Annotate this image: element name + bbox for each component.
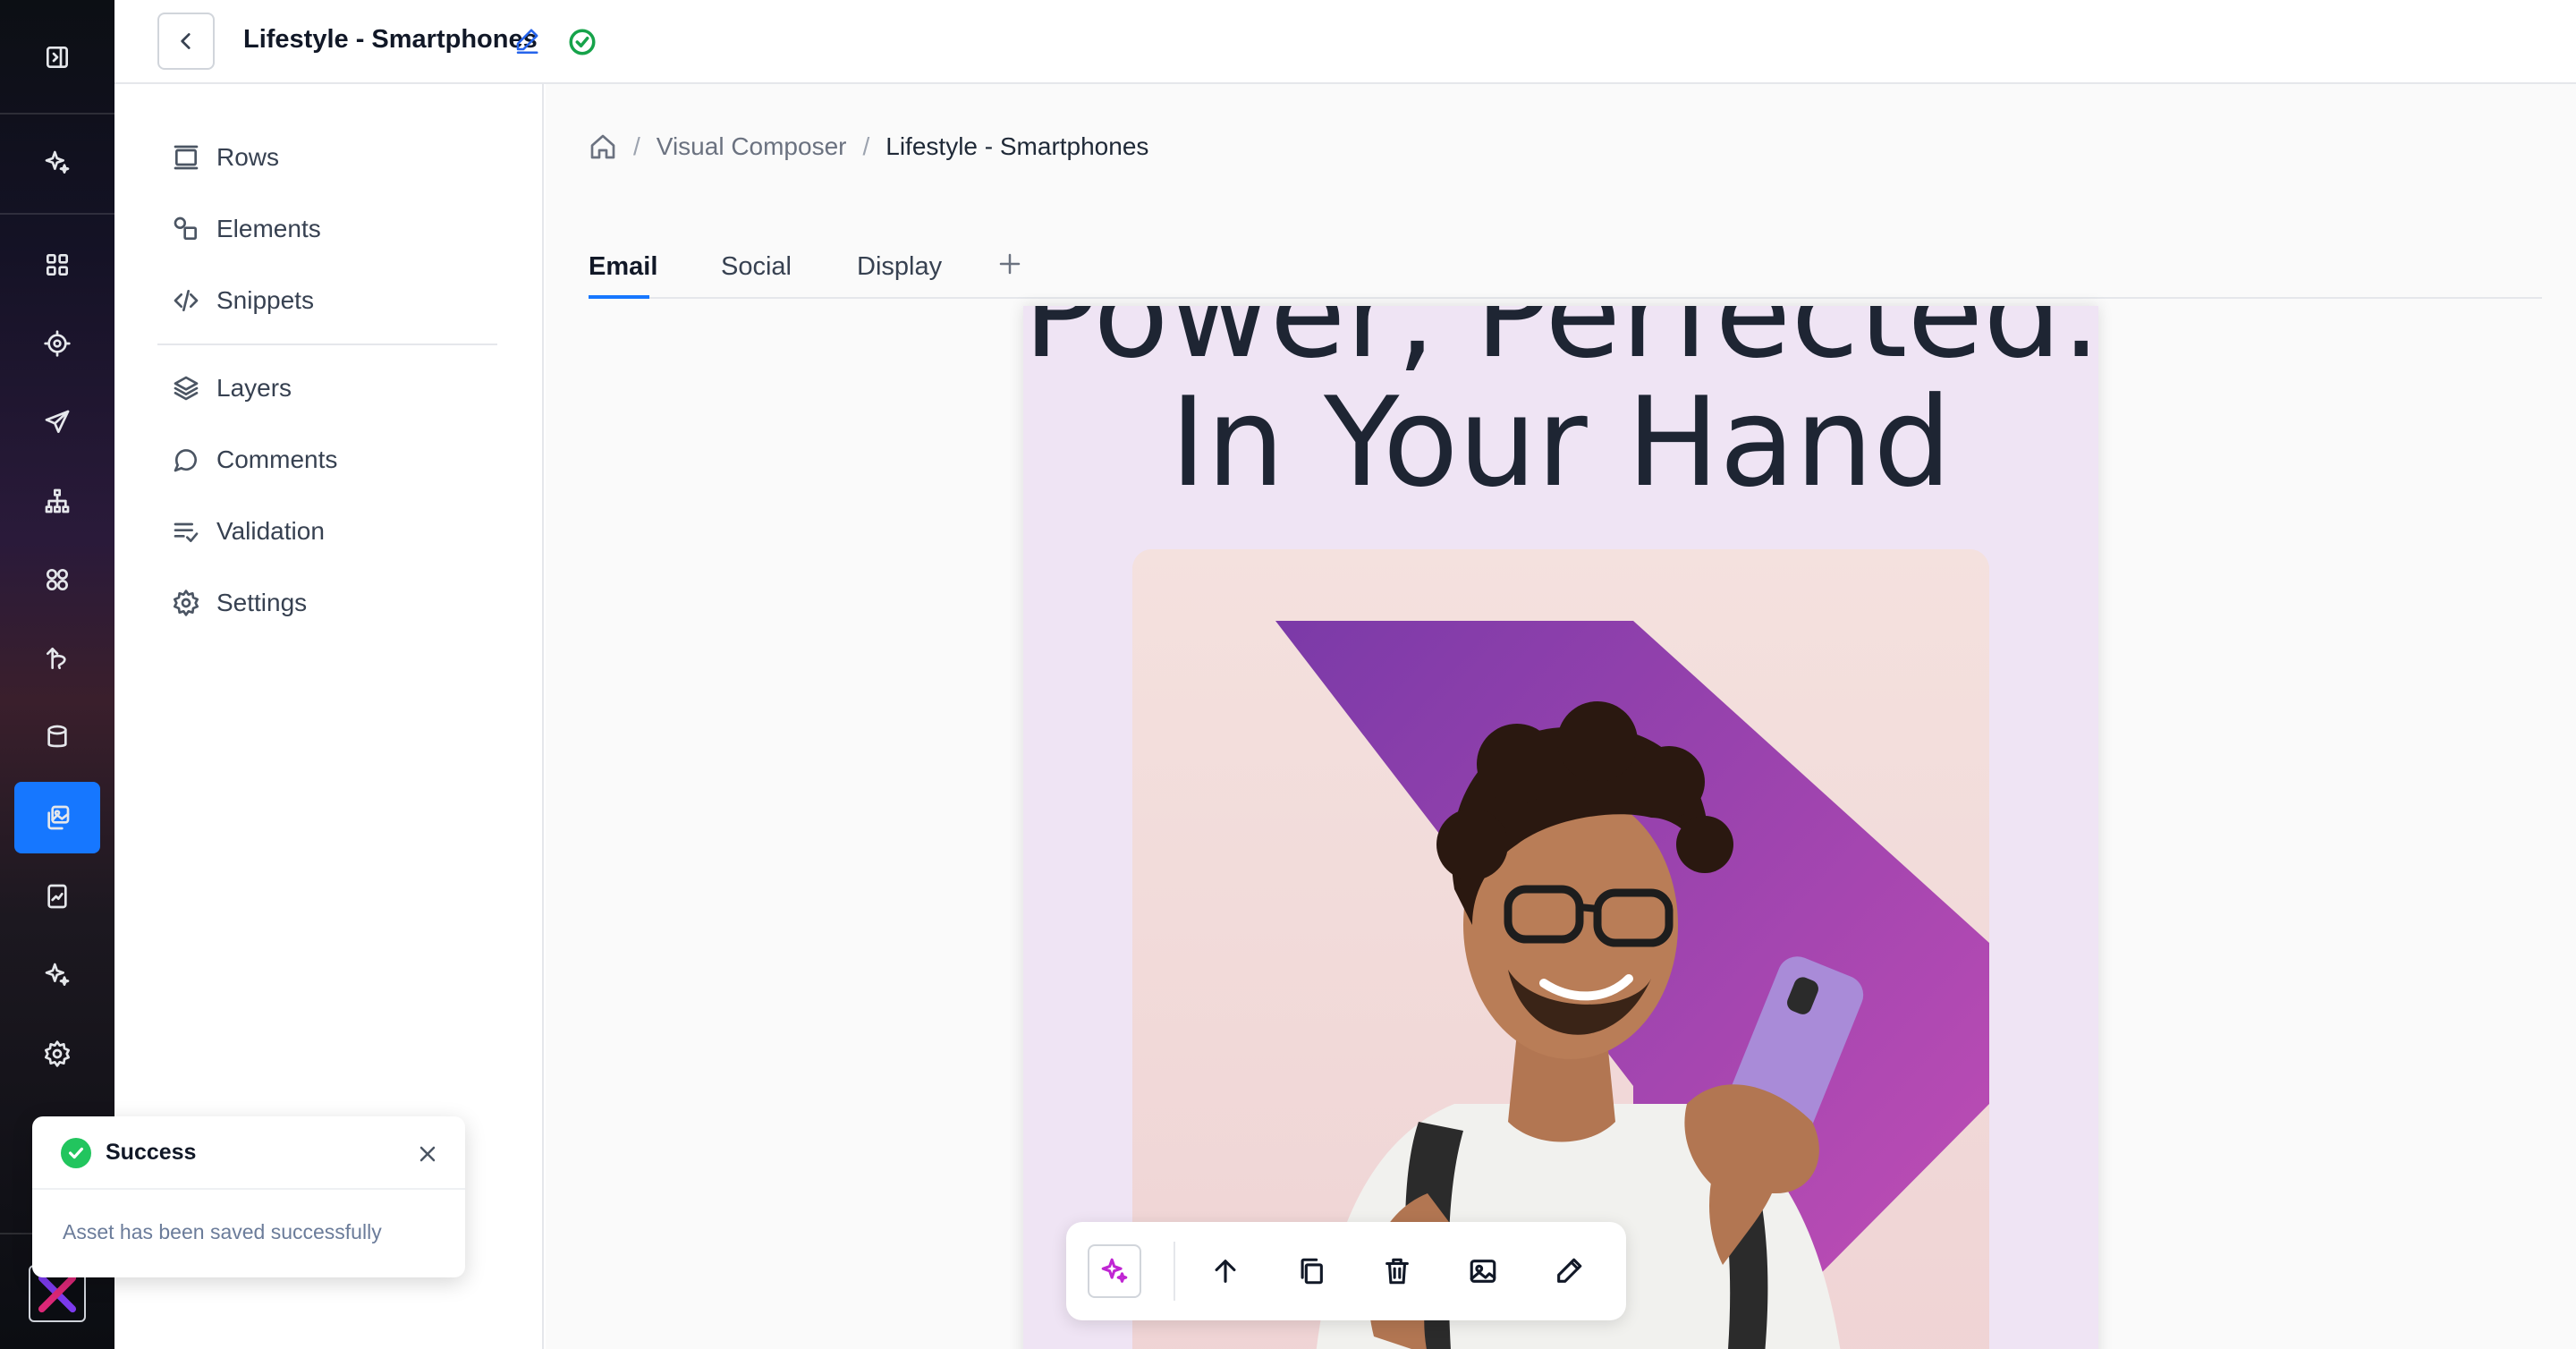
- tab-social[interactable]: Social: [721, 242, 792, 299]
- panel-collapse-icon: [47, 47, 68, 68]
- brand-x-icon: [38, 1274, 77, 1313]
- route-icon: [47, 648, 66, 669]
- element-toolbar: [1066, 1222, 1626, 1320]
- rail-item-targeting[interactable]: [14, 308, 100, 379]
- plus-icon: [999, 253, 1021, 275]
- rail-item-hierarchy[interactable]: [14, 465, 100, 537]
- back-button[interactable]: [157, 13, 215, 70]
- rail-item-assets[interactable]: [14, 782, 100, 853]
- edit-title-button[interactable]: [513, 27, 540, 54]
- rows-icon: [174, 145, 199, 170]
- duplicate-button[interactable]: [1284, 1244, 1338, 1298]
- breadcrumb-current: Lifestyle - Smartphones: [886, 132, 1149, 160]
- org-chart-icon: [45, 488, 70, 513]
- comment-icon: [174, 449, 197, 472]
- add-tab-button[interactable]: [996, 250, 1029, 283]
- sidebar-item-snippets[interactable]: Snippets: [172, 281, 314, 320]
- arrow-up-icon: [1215, 1260, 1236, 1283]
- check-circle-icon: [569, 29, 596, 55]
- check-circle-icon: [61, 1138, 91, 1168]
- headline-line-1[interactable]: Power, Perfected.: [1023, 306, 2098, 376]
- list-check-icon: [174, 522, 199, 542]
- code-icon: [174, 290, 199, 311]
- send-icon: [45, 410, 70, 433]
- trash-icon: [1385, 1258, 1409, 1285]
- sidebar-item-label: Snippets: [216, 286, 314, 314]
- duplicate-icon: [1301, 1258, 1323, 1285]
- saved-status-indicator: [567, 27, 597, 57]
- sidebar-item-label: Validation: [216, 517, 325, 545]
- pencil-icon: [1557, 1258, 1582, 1283]
- ai-assistant-button[interactable]: [14, 127, 100, 199]
- rail-item-campaigns[interactable]: [14, 386, 100, 458]
- sidebar-item-elements[interactable]: Elements: [172, 209, 321, 249]
- gear-icon: [45, 1040, 70, 1067]
- rail-item-components[interactable]: [14, 544, 100, 615]
- database-icon: [47, 725, 67, 748]
- rail-item-ai-tools[interactable]: [14, 939, 100, 1011]
- breadcrumb-separator: /: [633, 132, 640, 160]
- pencil-icon: [516, 29, 538, 54]
- copy-image-icon: [47, 805, 70, 830]
- edit-element-button[interactable]: [1542, 1244, 1596, 1298]
- close-icon: [419, 1146, 436, 1162]
- sidebar-item-rows[interactable]: Rows: [172, 138, 279, 177]
- collapse-sidebar-button[interactable]: [14, 21, 100, 93]
- sidebar-item-label: Comments: [216, 445, 338, 473]
- sidebar-item-label: Rows: [216, 143, 280, 171]
- toolbar-divider: [1174, 1242, 1175, 1301]
- sidebar-item-label: Settings: [216, 589, 308, 616]
- document-title: Lifestyle - Smartphones: [243, 25, 538, 54]
- rail-divider: [0, 213, 114, 215]
- toast-header: Success: [32, 1116, 465, 1190]
- rail-item-dashboard[interactable]: [14, 229, 100, 301]
- grid-icon: [46, 254, 68, 276]
- toast-title: Success: [106, 1140, 197, 1165]
- sidebar-item-comments[interactable]: Comments: [172, 440, 337, 479]
- sparkle-icon: [45, 150, 70, 174]
- chart-file-icon: [47, 884, 67, 909]
- sparkle-icon: [45, 963, 70, 986]
- replace-image-button[interactable]: [1456, 1244, 1510, 1298]
- tab-email[interactable]: Email: [589, 242, 657, 299]
- top-bar: Lifestyle - Smartphones: [114, 0, 2576, 84]
- home-icon[interactable]: [589, 132, 617, 161]
- rail-divider: [0, 113, 114, 115]
- sidebar-item-label: Elements: [216, 215, 321, 242]
- chevron-left-icon: [181, 33, 191, 49]
- rail-item-journeys[interactable]: [14, 623, 100, 694]
- sidebar-item-validation[interactable]: Validation: [172, 512, 325, 551]
- breadcrumb-separator: /: [862, 132, 870, 160]
- rail-item-reports[interactable]: [14, 861, 100, 932]
- sidebar-divider: [157, 344, 497, 345]
- delete-button[interactable]: [1370, 1244, 1424, 1298]
- headline-line-2[interactable]: In Your Hand: [1023, 381, 2098, 505]
- sidebar-item-settings[interactable]: Settings: [172, 583, 307, 623]
- elements-icon: [174, 216, 197, 240]
- email-preview-canvas[interactable]: Power, Perfected. In Your Hand: [1023, 306, 2098, 1349]
- shapes-icon: [47, 569, 68, 590]
- rail-item-database[interactable]: [14, 701, 100, 773]
- target-icon: [44, 330, 71, 357]
- toast-close-button[interactable]: [417, 1143, 442, 1168]
- ai-generate-button[interactable]: [1088, 1244, 1141, 1298]
- success-toast: Success Asset has been saved successfull…: [32, 1116, 465, 1277]
- toast-message: Asset has been saved successfully: [63, 1220, 382, 1243]
- ai-sparkle-icon: [1101, 1258, 1128, 1283]
- layers-icon: [174, 376, 199, 401]
- main-content: / Visual Composer / Lifestyle - Smartpho…: [546, 84, 2576, 1349]
- breadcrumb-visual-composer[interactable]: Visual Composer: [657, 132, 847, 161]
- channel-tabs: Email Social Display: [589, 242, 2542, 299]
- image-icon: [1470, 1260, 1496, 1283]
- tab-display[interactable]: Display: [857, 242, 942, 299]
- move-up-button[interactable]: [1199, 1244, 1252, 1298]
- sidebar-item-layers[interactable]: Layers: [172, 369, 292, 408]
- sidebar-item-label: Layers: [216, 374, 292, 402]
- breadcrumb: / Visual Composer / Lifestyle - Smartpho…: [589, 132, 1148, 161]
- gear-icon: [174, 590, 199, 616]
- rail-item-settings[interactable]: [14, 1018, 100, 1090]
